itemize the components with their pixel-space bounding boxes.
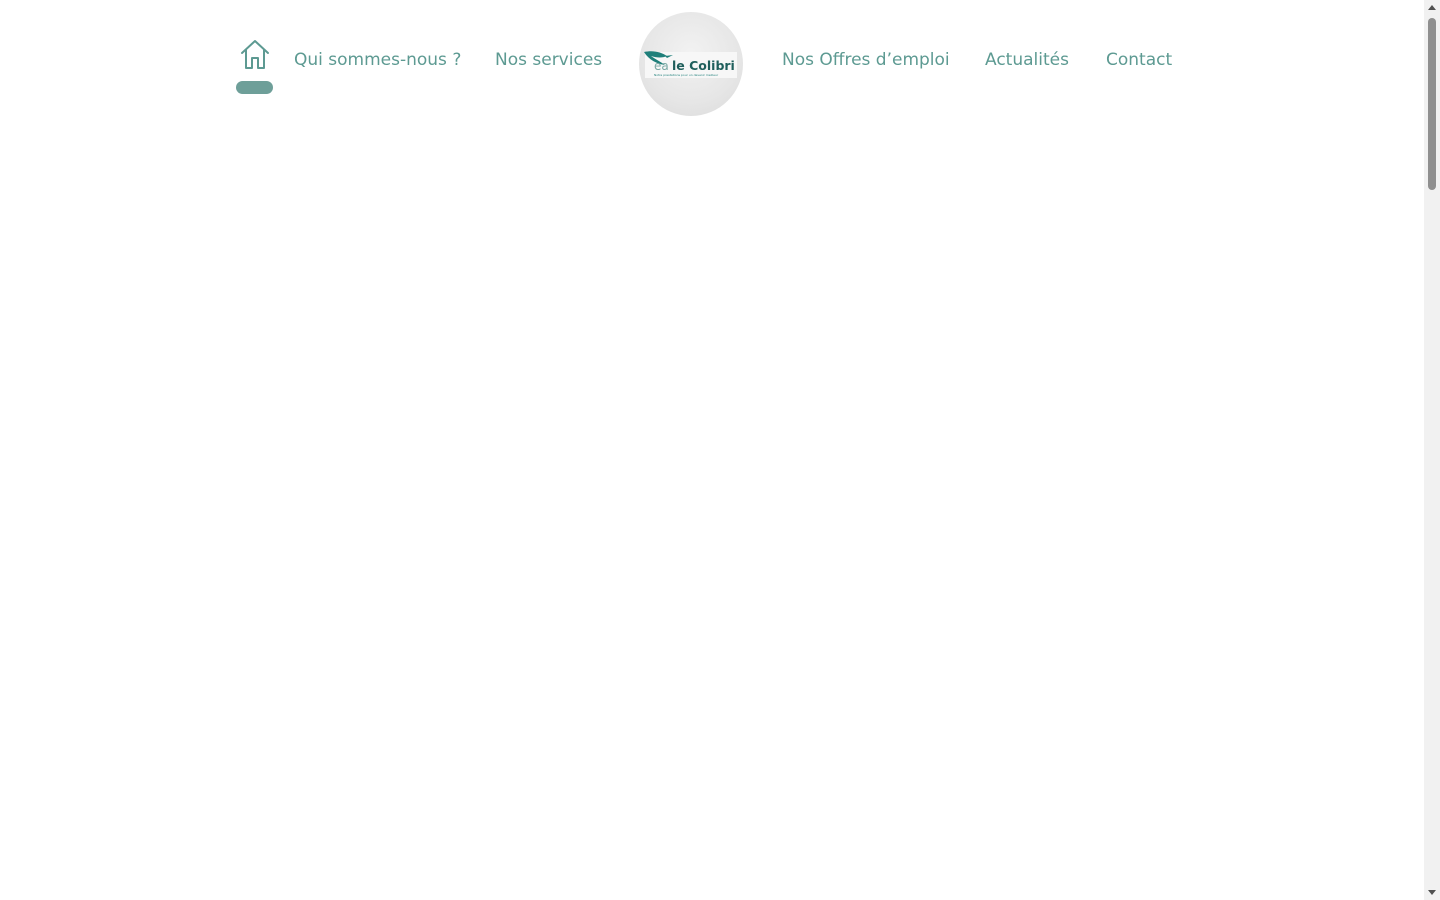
logo-tagline: Notre prestations pour un devenir meille… [654, 73, 719, 77]
vertical-scrollbar[interactable] [1424, 0, 1440, 900]
nav-link-actualites[interactable]: Actualités [985, 48, 1069, 72]
nav-link-nos-services[interactable]: Nos services [495, 48, 602, 72]
colibri-logo-graphic: ea le Colibri Notre prestations pour un … [644, 51, 737, 78]
home-link[interactable] [236, 38, 273, 96]
scroll-down-arrow-icon[interactable] [1424, 884, 1440, 900]
nav-link-qui-sommes-nous[interactable]: Qui sommes-nous ? [294, 48, 461, 72]
home-icon [241, 40, 269, 69]
active-page-indicator [236, 81, 273, 94]
scroll-up-arrow-icon[interactable] [1424, 0, 1440, 16]
logo-prefix: ea [654, 59, 669, 73]
nav-link-offres-emploi[interactable]: Nos Offres d’emploi [782, 48, 950, 72]
logo-name: le Colibri [672, 58, 735, 73]
nav-link-contact[interactable]: Contact [1106, 48, 1172, 72]
main-navigation: Qui sommes-nous ? Nos services ea le Col… [0, 0, 1424, 120]
scrollbar-thumb[interactable] [1428, 18, 1436, 190]
page: Qui sommes-nous ? Nos services ea le Col… [0, 0, 1440, 900]
site-logo[interactable]: ea le Colibri Notre prestations pour un … [639, 12, 743, 116]
